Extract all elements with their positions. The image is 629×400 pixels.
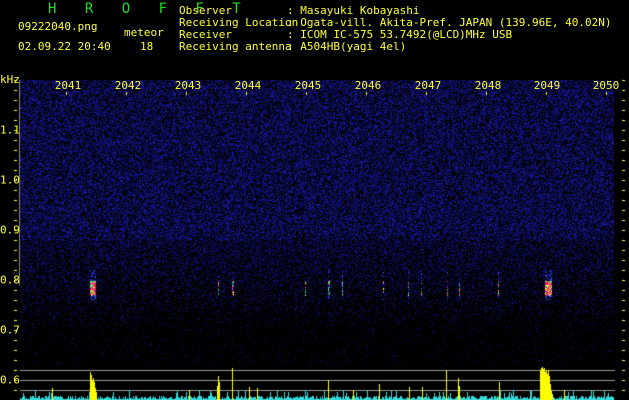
x-tick-label: 2044 [234, 79, 262, 92]
antenna-label: Receiving antenna [179, 40, 292, 53]
x-tick-label: 2050 [592, 79, 620, 92]
y-tick-label: 1.0 [0, 173, 20, 187]
x-tick-label: 2049 [533, 79, 561, 92]
x-tick-label: 2048 [474, 79, 502, 92]
y-tick-label: 1.1 [0, 123, 20, 137]
meteor-label: meteor [124, 26, 164, 39]
y-tick-label: 0.8 [0, 273, 20, 287]
datetime: 02.09.22 20:40 [18, 40, 111, 53]
y-unit-label: kHz [0, 73, 20, 86]
meteor-count: 18 [140, 40, 154, 53]
spectrogram-plot [0, 0, 629, 400]
file-name: 09222040.png [18, 20, 98, 33]
antenna-value: : A504HB(yagi 4el) [287, 40, 407, 53]
x-tick-label: 2043 [174, 79, 202, 92]
y-tick-label: 0.9 [0, 223, 20, 237]
x-tick-label: 2042 [114, 79, 142, 92]
x-tick-label: 2046 [354, 79, 382, 92]
y-tick-label: 0.7 [0, 323, 20, 337]
x-tick-label: 2047 [414, 79, 442, 92]
x-tick-label: 2045 [294, 79, 322, 92]
x-tick-label: 2041 [54, 79, 82, 92]
y-tick-label: 0.6 [0, 373, 20, 387]
